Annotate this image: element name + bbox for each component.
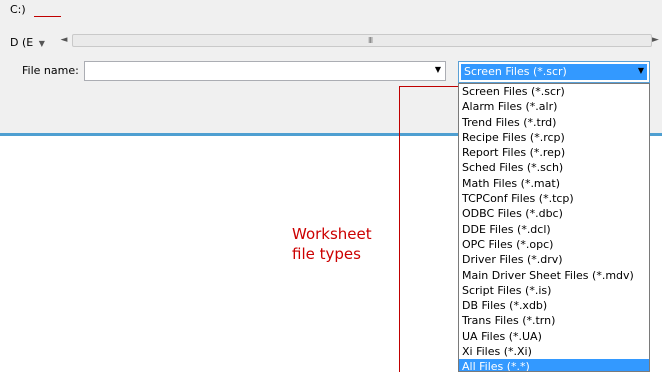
annotation-label: Worksheet file types bbox=[292, 224, 372, 264]
file-type-option[interactable]: Xi Files (*.Xi) bbox=[459, 344, 649, 359]
file-name-input[interactable]: ▼ bbox=[84, 61, 446, 81]
chevron-down-icon[interactable]: ▼ bbox=[39, 39, 45, 48]
file-type-option[interactable]: OPC Files (*.opc) bbox=[459, 237, 649, 252]
annotation-line-1: Worksheet bbox=[292, 225, 372, 243]
file-type-option[interactable]: DDE Files (*.dcl) bbox=[459, 222, 649, 237]
file-type-option[interactable]: Trend Files (*.trd) bbox=[459, 115, 649, 130]
scroll-grip-icon[interactable]: III bbox=[368, 35, 373, 46]
scroll-right-icon[interactable]: ► bbox=[652, 33, 659, 47]
file-type-option[interactable]: DB Files (*.xdb) bbox=[459, 298, 649, 313]
file-type-option[interactable]: Recipe Files (*.rcp) bbox=[459, 130, 649, 145]
file-type-option[interactable]: UA Files (*.UA) bbox=[459, 329, 649, 344]
file-type-option[interactable]: Alarm Files (*.alr) bbox=[459, 99, 649, 114]
drive-c-item[interactable]: C:) bbox=[10, 3, 26, 16]
file-type-dropdown-list[interactable]: Screen Files (*.scr) Alarm Files (*.alr)… bbox=[458, 83, 650, 372]
file-type-option[interactable]: Report Files (*.rep) bbox=[459, 145, 649, 160]
drive-d-item[interactable]: D (E ▼ bbox=[10, 36, 45, 49]
file-name-label: File name: bbox=[22, 64, 79, 77]
file-type-option[interactable]: Script Files (*.is) bbox=[459, 283, 649, 298]
file-type-option[interactable]: Screen Files (*.scr) bbox=[459, 84, 649, 99]
file-type-option[interactable]: ODBC Files (*.dbc) bbox=[459, 206, 649, 221]
file-type-option[interactable]: Driver Files (*.drv) bbox=[459, 252, 649, 267]
file-type-select[interactable]: Screen Files (*.scr) ▼ bbox=[458, 61, 650, 83]
annotation-vertical-line bbox=[399, 86, 400, 372]
file-type-option-highlighted[interactable]: All Files (*.*) bbox=[459, 359, 649, 371]
file-type-option[interactable]: Sched Files (*.sch) bbox=[459, 160, 649, 175]
drive-d-label: D (E bbox=[10, 36, 34, 49]
annotation-connector-line bbox=[399, 86, 458, 87]
horizontal-scrollbar[interactable]: ◄ III ► bbox=[58, 33, 659, 47]
file-type-option[interactable]: Trans Files (*.trn) bbox=[459, 313, 649, 328]
annotation-top-line bbox=[34, 16, 61, 17]
annotation-line-2: file types bbox=[292, 245, 361, 263]
file-name-dropdown-icon[interactable]: ▼ bbox=[435, 65, 441, 74]
file-type-dropdown-icon[interactable]: ▼ bbox=[638, 66, 644, 75]
file-type-option[interactable]: TCPConf Files (*.tcp) bbox=[459, 191, 649, 206]
drive-c-label: C:) bbox=[10, 3, 26, 16]
file-type-selected-value: Screen Files (*.scr) bbox=[461, 64, 647, 80]
file-type-option[interactable]: Main Driver Sheet Files (*.mdv) bbox=[459, 268, 649, 283]
scroll-left-icon[interactable]: ◄ bbox=[58, 33, 70, 47]
file-type-option[interactable]: Math Files (*.mat) bbox=[459, 176, 649, 191]
scroll-track[interactable]: III bbox=[72, 34, 652, 47]
